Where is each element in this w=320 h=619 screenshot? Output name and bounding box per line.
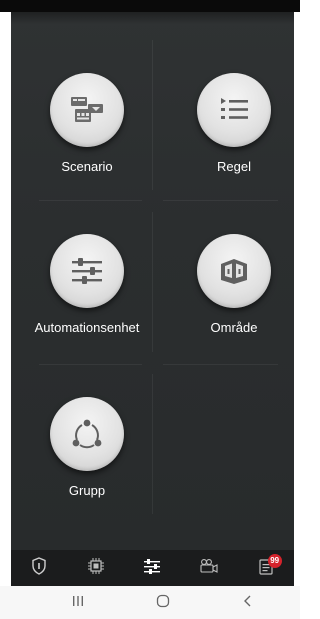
bottom-tab-bar: 99 [11,550,294,586]
grid-divider [152,40,153,190]
status-bar [0,0,300,12]
list-icon [218,96,250,124]
chip-icon [87,557,105,580]
omrade-tile[interactable]: Område [169,234,299,384]
regel-button[interactable] [197,73,271,147]
app-screen: Scenario Regel Automationsenhet Område G… [0,0,300,619]
tab-security[interactable] [19,552,59,584]
scenario-icon [69,94,105,126]
back-button[interactable] [238,594,258,612]
automation-button[interactable] [50,234,124,308]
scenario-button[interactable] [50,73,124,147]
main-panel: Scenario Regel Automationsenhet Område G… [11,12,294,550]
scenario-tile[interactable]: Scenario [22,73,152,223]
group-icon [70,418,104,450]
camera-icon [199,558,219,579]
grupp-label: Grupp [68,483,106,498]
recent-apps-icon [73,596,83,606]
omrade-button[interactable] [197,234,271,308]
grupp-tile[interactable]: Grupp [22,397,152,547]
tab-devices[interactable] [76,552,116,584]
home-icon [156,594,170,608]
regel-label: Regel [217,159,251,174]
area-icon [217,256,251,286]
sliders-icon [70,256,104,286]
sliders-icon [143,558,161,579]
home-button[interactable] [153,594,173,612]
omrade-label: Område [210,320,258,335]
shield-icon [31,556,47,580]
automation-tile[interactable]: Automationsenhet [22,234,152,384]
scenario-label: Scenario [61,159,113,174]
regel-tile[interactable]: Regel [169,73,299,223]
tab-camera[interactable] [189,552,229,584]
notification-badge: 99 [267,554,282,568]
recent-apps-button[interactable] [68,594,88,612]
grupp-button[interactable] [50,397,124,471]
tab-notifications[interactable]: 99 [246,552,286,584]
back-icon [244,595,251,607]
tab-automation[interactable] [132,552,172,584]
system-navigation-bar [0,586,300,619]
automation-label: Automationsenhet [34,320,140,335]
grid-divider [152,374,153,514]
